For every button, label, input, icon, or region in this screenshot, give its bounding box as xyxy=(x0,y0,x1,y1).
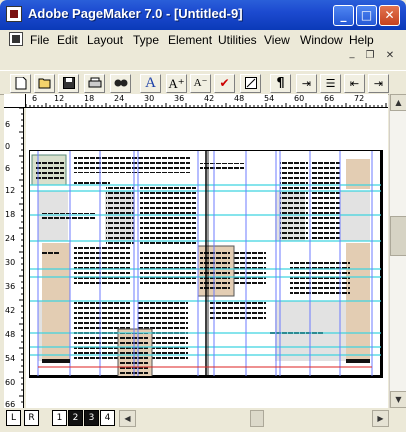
fill-icon[interactable] xyxy=(240,74,261,93)
menu-view[interactable]: View xyxy=(264,33,290,47)
menu-file[interactable]: File xyxy=(30,33,49,47)
scroll-down-button[interactable]: ▼ xyxy=(390,391,406,408)
ruler-h-label: 6 xyxy=(32,94,38,103)
doc-minimize-button[interactable]: _ xyxy=(346,48,358,60)
page-tab-1[interactable]: 1 xyxy=(52,410,67,426)
master-page-right[interactable]: R xyxy=(24,410,39,426)
tab-icon[interactable]: ⇥ xyxy=(296,74,317,93)
save-icon[interactable] xyxy=(58,74,79,93)
menu-window[interactable]: Window xyxy=(300,33,343,47)
ruler-h-label: 72 xyxy=(354,94,365,103)
ruler-v-label: 48 xyxy=(5,330,16,339)
horizontal-scroll-thumb[interactable] xyxy=(250,410,264,427)
scroll-up-button[interactable]: ▲ xyxy=(390,94,406,111)
minimize-button[interactable]: _ xyxy=(333,5,354,26)
doc-close-button[interactable]: ✕ xyxy=(384,50,396,62)
horizontal-ruler[interactable]: 6 12 18 24 30 36 42 48 54 60 66 72 xyxy=(26,94,388,108)
page-tab-2[interactable]: 2 xyxy=(68,410,83,426)
open-icon[interactable] xyxy=(34,74,55,93)
ruler-v-label: 6 xyxy=(5,164,11,173)
window-title: Adobe PageMaker 7.0 - [Untitled-9] xyxy=(28,6,243,21)
ruler-v-label: 18 xyxy=(5,210,16,219)
ruler-h-label: 54 xyxy=(264,94,275,103)
vertical-ruler[interactable]: 6 0 6 12 18 24 30 36 42 48 54 60 66 xyxy=(4,108,24,408)
toolbar: A A⁺ A⁻ ✔ ¶ ⇥ ☰ ⇤ ⇥ xyxy=(0,70,406,95)
ruler-v-label: 42 xyxy=(5,306,16,315)
new-icon[interactable] xyxy=(10,74,31,93)
menu-layout[interactable]: Layout xyxy=(87,33,123,47)
title-bar: Adobe PageMaker 7.0 - [Untitled-9] _ □ ✕ xyxy=(0,0,406,30)
ruler-h-label: 48 xyxy=(234,94,245,103)
scroll-left-button[interactable]: ◀ xyxy=(119,410,136,427)
ruler-h-label: 24 xyxy=(114,94,125,103)
indent-icon[interactable]: ⇤ xyxy=(344,74,365,93)
page-spread[interactable] xyxy=(29,150,383,378)
vertical-scrollbar[interactable]: ▲ ▼ xyxy=(389,94,406,408)
menu-edit[interactable]: Edit xyxy=(57,33,78,47)
ruler-v-label: 66 xyxy=(5,400,16,408)
ruler-v-label: 60 xyxy=(5,378,16,387)
pasteboard[interactable] xyxy=(26,108,388,408)
ruler-v-label: 12 xyxy=(5,186,16,195)
page-navigation-bar: L R 1 2 3 4 ◀ ▶ xyxy=(0,408,406,432)
ruler-h-label: 66 xyxy=(324,94,335,103)
ruler-v-label: 6 xyxy=(5,120,11,129)
font-icon[interactable]: A xyxy=(140,74,161,93)
ruler-v-label: 36 xyxy=(5,282,16,291)
vertical-scroll-thumb[interactable] xyxy=(390,216,406,256)
layout-canvas xyxy=(30,151,381,376)
menu-element[interactable]: Element xyxy=(168,33,212,47)
document-menu-icon[interactable] xyxy=(9,32,23,46)
spelling-icon[interactable]: ✔ xyxy=(214,74,235,93)
font-size-down-icon[interactable]: A⁻ xyxy=(190,74,211,93)
ruler-h-label: 60 xyxy=(294,94,305,103)
ruler-h-label: 42 xyxy=(204,94,215,103)
print-icon[interactable] xyxy=(84,74,105,93)
master-page-left[interactable]: L xyxy=(6,410,21,426)
ruler-v-label: 0 xyxy=(5,142,11,151)
document-controls: _ ❐ ✕ xyxy=(340,48,406,63)
page-tab-4[interactable]: 4 xyxy=(100,410,115,426)
outdent-icon[interactable]: ⇥ xyxy=(368,74,389,93)
ruler-h-label: 12 xyxy=(54,94,65,103)
menu-bar: File Edit Layout Type Element Utilities … xyxy=(0,30,406,49)
pagemaker-app-icon[interactable] xyxy=(6,6,22,22)
menu-type[interactable]: Type xyxy=(133,33,159,47)
menu-utilities[interactable]: Utilities xyxy=(218,33,257,47)
menu-help[interactable]: Help xyxy=(349,33,374,47)
close-button[interactable]: ✕ xyxy=(379,5,400,26)
ruler-v-label: 24 xyxy=(5,234,16,243)
ruler-v-label: 54 xyxy=(5,354,16,363)
ruler-origin[interactable] xyxy=(4,94,26,108)
scroll-right-button[interactable]: ▶ xyxy=(372,410,389,427)
doc-restore-button[interactable]: ❐ xyxy=(364,50,376,62)
page-tab-3[interactable]: 3 xyxy=(84,410,99,426)
bullets-icon[interactable]: ☰ xyxy=(320,74,341,93)
find-icon[interactable] xyxy=(110,74,131,93)
ruler-v-label: 30 xyxy=(5,258,16,267)
paragraph-icon[interactable]: ¶ xyxy=(270,74,291,93)
ruler-h-label: 36 xyxy=(174,94,185,103)
ruler-h-label: 18 xyxy=(84,94,95,103)
font-size-up-icon[interactable]: A⁺ xyxy=(166,74,187,93)
maximize-button[interactable]: □ xyxy=(356,5,377,26)
ruler-h-label: 30 xyxy=(144,94,155,103)
